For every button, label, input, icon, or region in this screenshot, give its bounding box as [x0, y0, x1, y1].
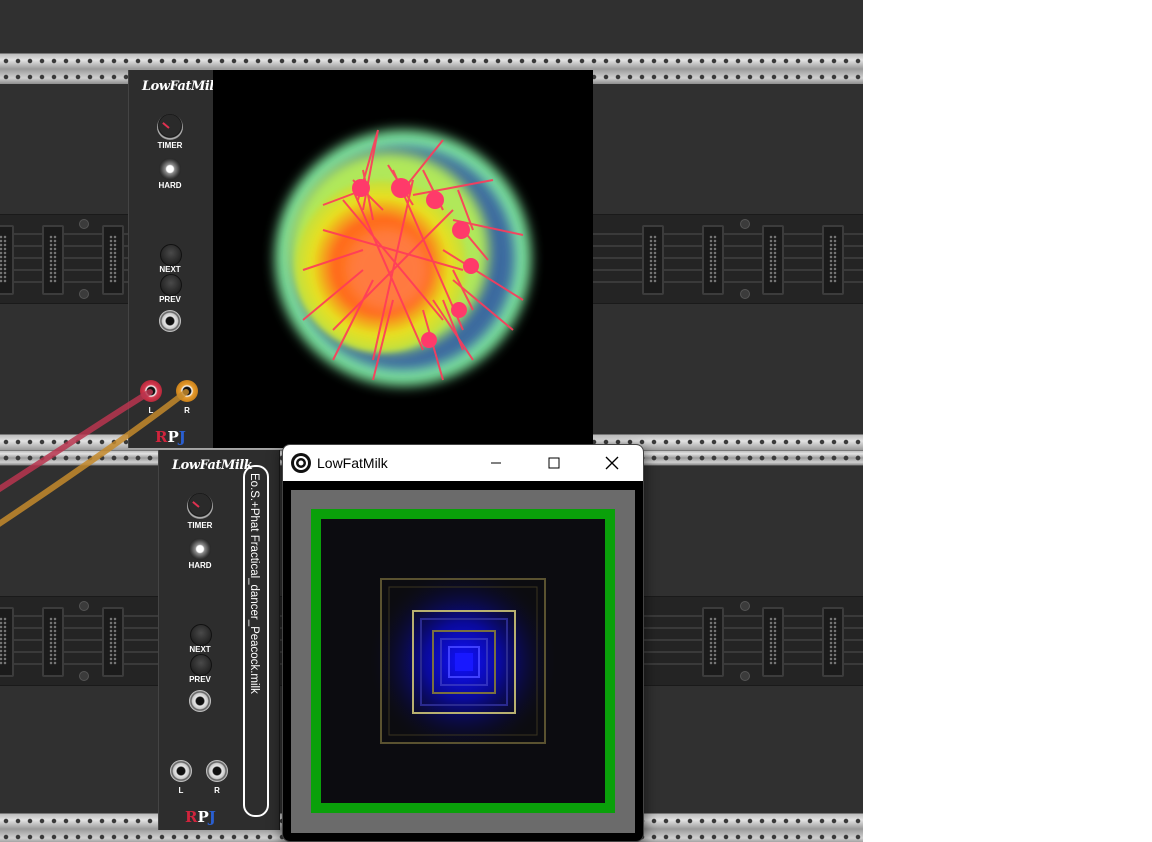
bus-connector	[102, 607, 124, 677]
screw	[740, 289, 750, 299]
window-titlebar[interactable]: LowFatMilk	[283, 445, 643, 481]
prev-label: PREV	[159, 295, 181, 304]
screw	[79, 601, 89, 611]
hard-toggle-button[interactable]	[159, 158, 181, 180]
preset-name: Eo.S.+Phat Fractical_dancer_Peacock.milk	[248, 473, 260, 694]
bus-connector	[762, 225, 784, 295]
timer-label: TIMER	[187, 521, 213, 530]
right-jack-label: R	[184, 406, 190, 415]
close-button[interactable]	[589, 445, 635, 481]
screw	[740, 671, 750, 681]
bus-connector	[42, 607, 64, 677]
close-icon	[605, 456, 619, 470]
bus-connector	[642, 225, 664, 295]
rpj-brand-logo: RPJ	[185, 808, 216, 826]
prev-label: PREV	[189, 675, 211, 684]
bus-connector	[702, 607, 724, 677]
trigger-input-jack[interactable]	[159, 310, 181, 332]
minimize-button[interactable]	[473, 445, 519, 481]
bus-connector	[0, 225, 14, 295]
bus-connector	[822, 225, 844, 295]
hard-label: HARD	[158, 181, 182, 190]
module-logo: LowFatMilk	[172, 458, 253, 473]
screw	[79, 289, 89, 299]
screw	[79, 219, 89, 229]
lowfatmilk-module-bottom: LowFatMilk TIMER HARD NEXT PREV L R RPJ …	[158, 450, 280, 830]
left-jack-label: L	[178, 786, 184, 795]
right-jack-label: R	[214, 786, 220, 795]
rack-row-background	[0, 0, 863, 53]
window-visualizer-canvas	[291, 490, 635, 833]
left-jack-label: L	[148, 406, 154, 415]
timer-knob[interactable]	[157, 114, 183, 140]
minimize-icon	[491, 462, 501, 464]
left-audio-jack[interactable]	[140, 380, 162, 402]
bus-connector	[702, 225, 724, 295]
next-button[interactable]	[190, 624, 212, 646]
lowfatmilk-window: LowFatMilk	[282, 444, 644, 842]
bus-connector	[0, 607, 14, 677]
visualizer-render	[275, 129, 531, 386]
prev-button[interactable]	[160, 274, 182, 296]
rpj-brand-logo: RPJ	[155, 428, 186, 446]
trigger-input-jack[interactable]	[189, 690, 211, 712]
module-logo: LowFatMilk	[142, 79, 223, 94]
next-label: NEXT	[159, 265, 181, 274]
screw	[79, 671, 89, 681]
bus-connector	[102, 225, 124, 295]
window-title: LowFatMilk	[317, 455, 388, 471]
maximize-icon	[548, 457, 560, 469]
maximize-button[interactable]	[531, 445, 577, 481]
next-button[interactable]	[160, 244, 182, 266]
bus-connector	[822, 607, 844, 677]
bus-connector	[42, 225, 64, 295]
bus-connector	[762, 607, 784, 677]
tunnel-render	[311, 509, 615, 813]
next-label: NEXT	[189, 645, 211, 654]
right-audio-jack[interactable]	[176, 380, 198, 402]
prev-button[interactable]	[190, 654, 212, 676]
screw	[740, 219, 750, 229]
lowfatmilk-module-top: LowFatMilk TIMER HARD NEXT PREV L R RPJ	[128, 70, 223, 448]
app-icon	[291, 453, 311, 473]
screw	[740, 601, 750, 611]
hard-label: HARD	[188, 561, 212, 570]
right-audio-jack[interactable]	[206, 760, 228, 782]
timer-label: TIMER	[157, 141, 183, 150]
visualizer-display	[213, 70, 593, 448]
left-audio-jack[interactable]	[170, 760, 192, 782]
preset-name-display: Eo.S.+Phat Fractical_dancer_Peacock.milk	[243, 465, 269, 817]
timer-knob[interactable]	[187, 493, 213, 519]
hard-toggle-button[interactable]	[189, 538, 211, 560]
